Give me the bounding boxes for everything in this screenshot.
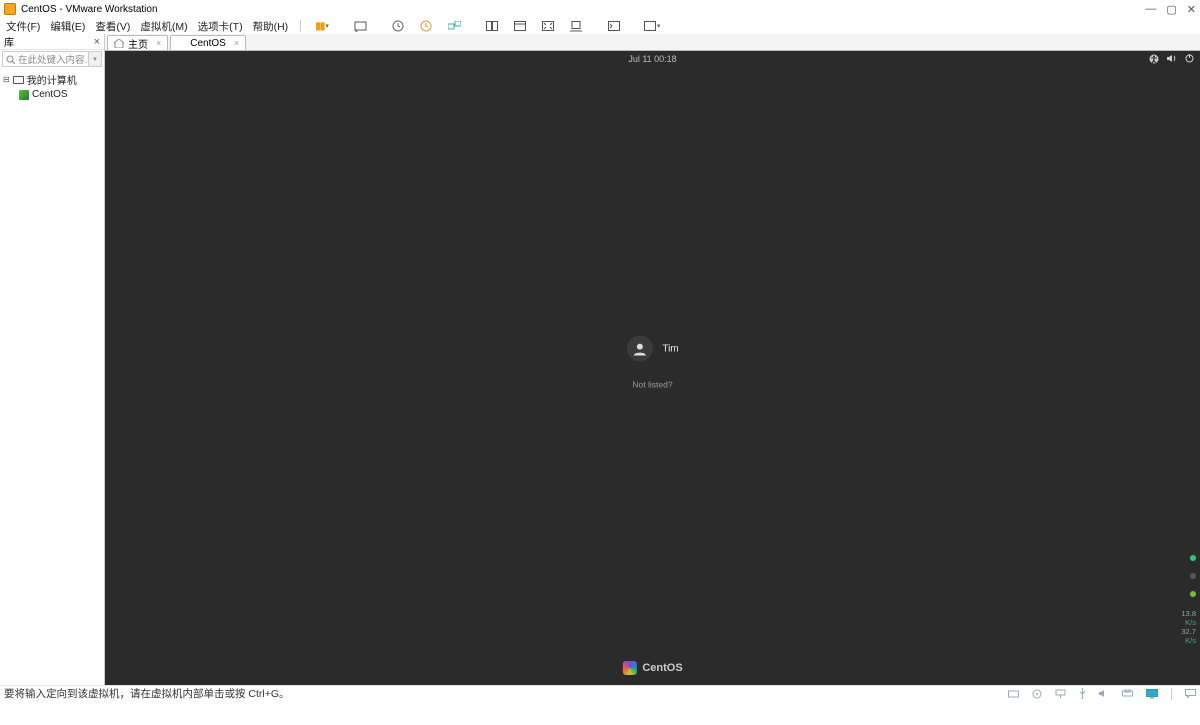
guest-display[interactable]: Jul 11 00:18 Tim (105, 51, 1200, 685)
tab-close-button[interactable]: × (156, 38, 161, 48)
tab-strip: 主页 × CentOS × (105, 34, 1200, 51)
centos-brand-label: CentOS (642, 662, 682, 674)
close-button[interactable]: ✕ (1187, 3, 1196, 16)
statusbar: 要将输入定向到该虚拟机，请在虚拟机内部单击或按 Ctrl+G。 (0, 685, 1200, 701)
library-tree: ⊟ 我的计算机 CentOS (0, 68, 104, 104)
sound-icon[interactable] (1099, 689, 1109, 698)
unity-icon (570, 21, 582, 32)
cd-icon[interactable] (1032, 689, 1042, 699)
window-title: CentOS - VMware Workstation (21, 4, 158, 15)
tab-centos-label: CentOS (190, 38, 226, 49)
avatar-icon (626, 336, 652, 362)
snapshot-button[interactable] (389, 17, 407, 35)
clock-revert-icon (420, 20, 432, 32)
library-header: 库 × (0, 34, 104, 50)
window-icon (514, 21, 526, 31)
window-buttons: — ▢ ✕ (1145, 3, 1196, 16)
separator (1171, 688, 1172, 700)
stretch-icon (644, 21, 656, 31)
expander-icon[interactable]: ⊟ (3, 75, 10, 84)
computer-icon (13, 76, 24, 84)
maximize-button[interactable]: ▢ (1166, 3, 1176, 16)
main-pane: 主页 × CentOS × Jul 11 00:18 (105, 34, 1200, 685)
pause-button[interactable]: ▮▮▾ (313, 17, 331, 35)
tree-vm-label: CentOS (32, 89, 68, 100)
perf-line-2: 32.7 (1181, 627, 1196, 636)
library-title: 库 (4, 34, 14, 49)
display-icon[interactable] (1146, 689, 1158, 699)
search-dropdown-button[interactable]: ▾ (88, 52, 101, 66)
unity-button[interactable] (567, 17, 585, 35)
guest-datetime[interactable]: Jul 11 00:18 (628, 54, 676, 64)
snapshot-manager-button[interactable] (445, 17, 463, 35)
clock-icon (392, 20, 404, 32)
keyboard-combo-icon (354, 21, 367, 32)
volume-icon[interactable] (1167, 54, 1177, 64)
printer-icon[interactable] (1122, 689, 1133, 698)
indicator-dot-green (1190, 555, 1196, 561)
usb-icon[interactable] (1079, 688, 1086, 699)
search-icon (6, 55, 15, 64)
menu-file[interactable]: 文件(F) (6, 19, 40, 34)
workspace: 库 × 在此处键入内容… ▾ ⊟ 我的计算机 CentOS 主页 (0, 34, 1200, 685)
perf-unit-2: K/s (1181, 636, 1196, 645)
tree-root-label: 我的计算机 (27, 72, 77, 87)
menubar: 文件(F) 编辑(E) 查看(V) 虚拟机(M) 选项卡(T) 帮助(H) ▮▮… (0, 18, 1200, 34)
login-area: Tim Not listed? (626, 336, 678, 390)
indicator-dot-lime (1190, 591, 1196, 597)
network-icon[interactable] (1055, 689, 1066, 698)
status-hint: 要将输入定向到该虚拟机，请在虚拟机内部单击或按 Ctrl+G。 (4, 686, 290, 701)
perf-line-1: 13.8 (1181, 609, 1196, 618)
search-placeholder: 在此处键入内容… (18, 52, 94, 66)
tab-home[interactable]: 主页 × (107, 35, 168, 50)
tree-vm-item[interactable]: CentOS (3, 88, 101, 101)
guest-topbar: Jul 11 00:18 (105, 51, 1200, 67)
home-icon (114, 39, 124, 48)
stretch-button[interactable]: ▾ (643, 17, 661, 35)
console-icon (486, 21, 498, 31)
status-device-icons (1008, 688, 1196, 700)
guest-system-tray[interactable] (1149, 54, 1194, 64)
not-listed-link[interactable]: Not listed? (626, 380, 678, 390)
menu-view[interactable]: 查看(V) (95, 19, 130, 34)
fullscreen-icon (542, 21, 554, 31)
library-search[interactable]: 在此处键入内容… ▾ (2, 51, 102, 67)
menu-help[interactable]: 帮助(H) (253, 19, 289, 34)
centos-logo-icon (622, 661, 636, 675)
terminal-button[interactable] (605, 17, 623, 35)
send-ctrl-alt-del-button[interactable] (351, 17, 369, 35)
snapshot-manager-icon (448, 21, 461, 32)
indicator-dot-grey (1190, 573, 1196, 579)
menu-edit[interactable]: 编辑(E) (50, 19, 85, 34)
fullscreen-button[interactable] (539, 17, 557, 35)
library-close-button[interactable]: × (94, 36, 100, 48)
app-icon (4, 3, 16, 15)
menu-tabs[interactable]: 选项卡(T) (198, 19, 243, 34)
perf-overlay: 13.8 K/s 32.7 K/s (1181, 555, 1196, 645)
vm-icon (19, 90, 29, 100)
single-window-button[interactable] (511, 17, 529, 35)
minimize-button[interactable]: — (1145, 3, 1156, 16)
terminal-icon (608, 21, 620, 31)
hdd-icon[interactable] (1008, 689, 1019, 698)
console-view-button[interactable] (483, 17, 501, 35)
perf-unit-1: K/s (1181, 618, 1196, 627)
centos-brand: CentOS (622, 661, 682, 675)
user-entry[interactable]: Tim (626, 336, 678, 362)
message-icon[interactable] (1185, 689, 1196, 698)
user-name: Tim (662, 343, 678, 354)
menu-vm[interactable]: 虚拟机(M) (140, 19, 187, 34)
snapshot-revert-button[interactable] (417, 17, 435, 35)
accessibility-icon[interactable] (1149, 54, 1159, 64)
tab-centos[interactable]: CentOS × (170, 35, 246, 50)
tab-close-button[interactable]: × (234, 38, 239, 48)
tree-root[interactable]: ⊟ 我的计算机 (3, 71, 101, 88)
vm-icon (177, 39, 186, 48)
power-icon[interactable] (1185, 54, 1194, 64)
titlebar: CentOS - VMware Workstation — ▢ ✕ (0, 0, 1200, 18)
menu-separator (300, 20, 301, 32)
library-panel: 库 × 在此处键入内容… ▾ ⊟ 我的计算机 CentOS (0, 34, 105, 685)
tab-home-label: 主页 (128, 36, 148, 51)
